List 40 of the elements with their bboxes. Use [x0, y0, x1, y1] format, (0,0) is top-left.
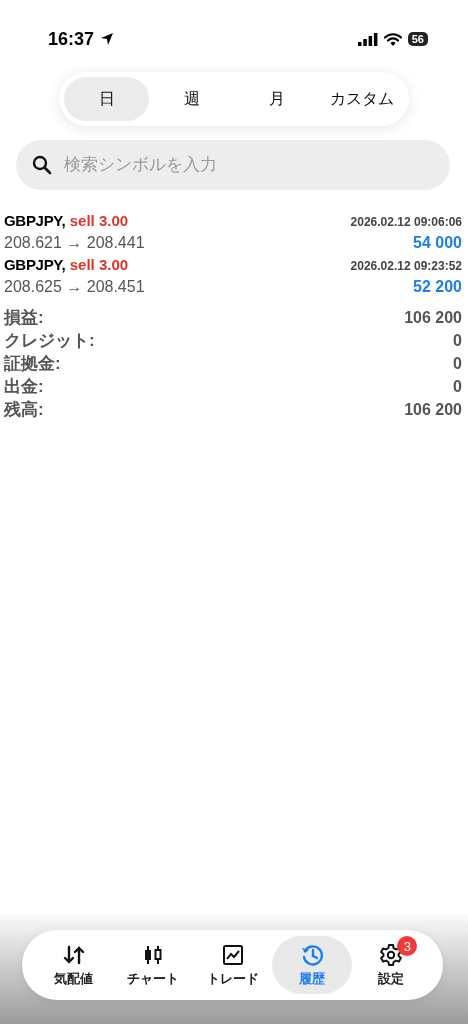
tab-bar-item[interactable]: チャート	[113, 936, 193, 994]
signal-icon	[357, 32, 378, 46]
period-tab[interactable]: 月	[234, 77, 319, 121]
deal-profit: 52 200	[413, 278, 462, 296]
summary-value: 0	[453, 377, 462, 396]
period-tab[interactable]: 日	[64, 77, 149, 121]
summary-value: 106 200	[404, 308, 462, 327]
deal-side: sell 3.00	[69, 256, 129, 273]
summary-label: クレジット:	[4, 330, 95, 352]
notification-badge: 3	[397, 936, 418, 956]
battery-level: 56	[407, 32, 428, 46]
summary-label: 残高:	[4, 399, 44, 421]
location-arrow-icon	[100, 32, 115, 46]
deal-symbol: GBPJPY,	[4, 212, 66, 229]
trade-icon	[220, 942, 245, 967]
summary-value: 0	[453, 354, 462, 373]
period-tab[interactable]: 週	[149, 77, 234, 121]
tab-bar-item[interactable]: トレード	[192, 936, 273, 994]
summary-label: 損益:	[4, 307, 44, 329]
deal-prices: 208.625 → 208.451	[4, 278, 145, 296]
settings-icon	[379, 942, 404, 967]
period-tab[interactable]: カスタム	[319, 77, 404, 121]
search-icon	[32, 155, 52, 175]
summary-label: 証拠金:	[4, 353, 61, 375]
search-field[interactable]: 検索シンボルを入力	[62, 154, 434, 176]
deal-profit: 54 000	[413, 234, 462, 252]
deal-side: sell 3.00	[69, 212, 129, 229]
deal-time: 2026.02.12 09:23:52	[350, 259, 462, 273]
summary-label: 出金:	[4, 376, 44, 398]
deal-symbol: GBPJPY,	[4, 256, 66, 273]
summary-value: 0	[453, 331, 462, 350]
deal-prices: 208.621 → 208.441	[4, 234, 145, 252]
tab-bar-item[interactable]: 気配値	[34, 936, 114, 994]
summary-value: 106 200	[404, 400, 462, 419]
search-bar[interactable]: 検索シンボルを入力	[16, 140, 450, 190]
deal-time: 2026.02.12 09:06:06	[350, 215, 462, 229]
wifi-icon	[383, 32, 402, 46]
clock-time: 16:37	[48, 28, 95, 50]
history-icon	[299, 942, 324, 967]
tab-bar-item[interactable]: 設定 3	[351, 936, 432, 994]
